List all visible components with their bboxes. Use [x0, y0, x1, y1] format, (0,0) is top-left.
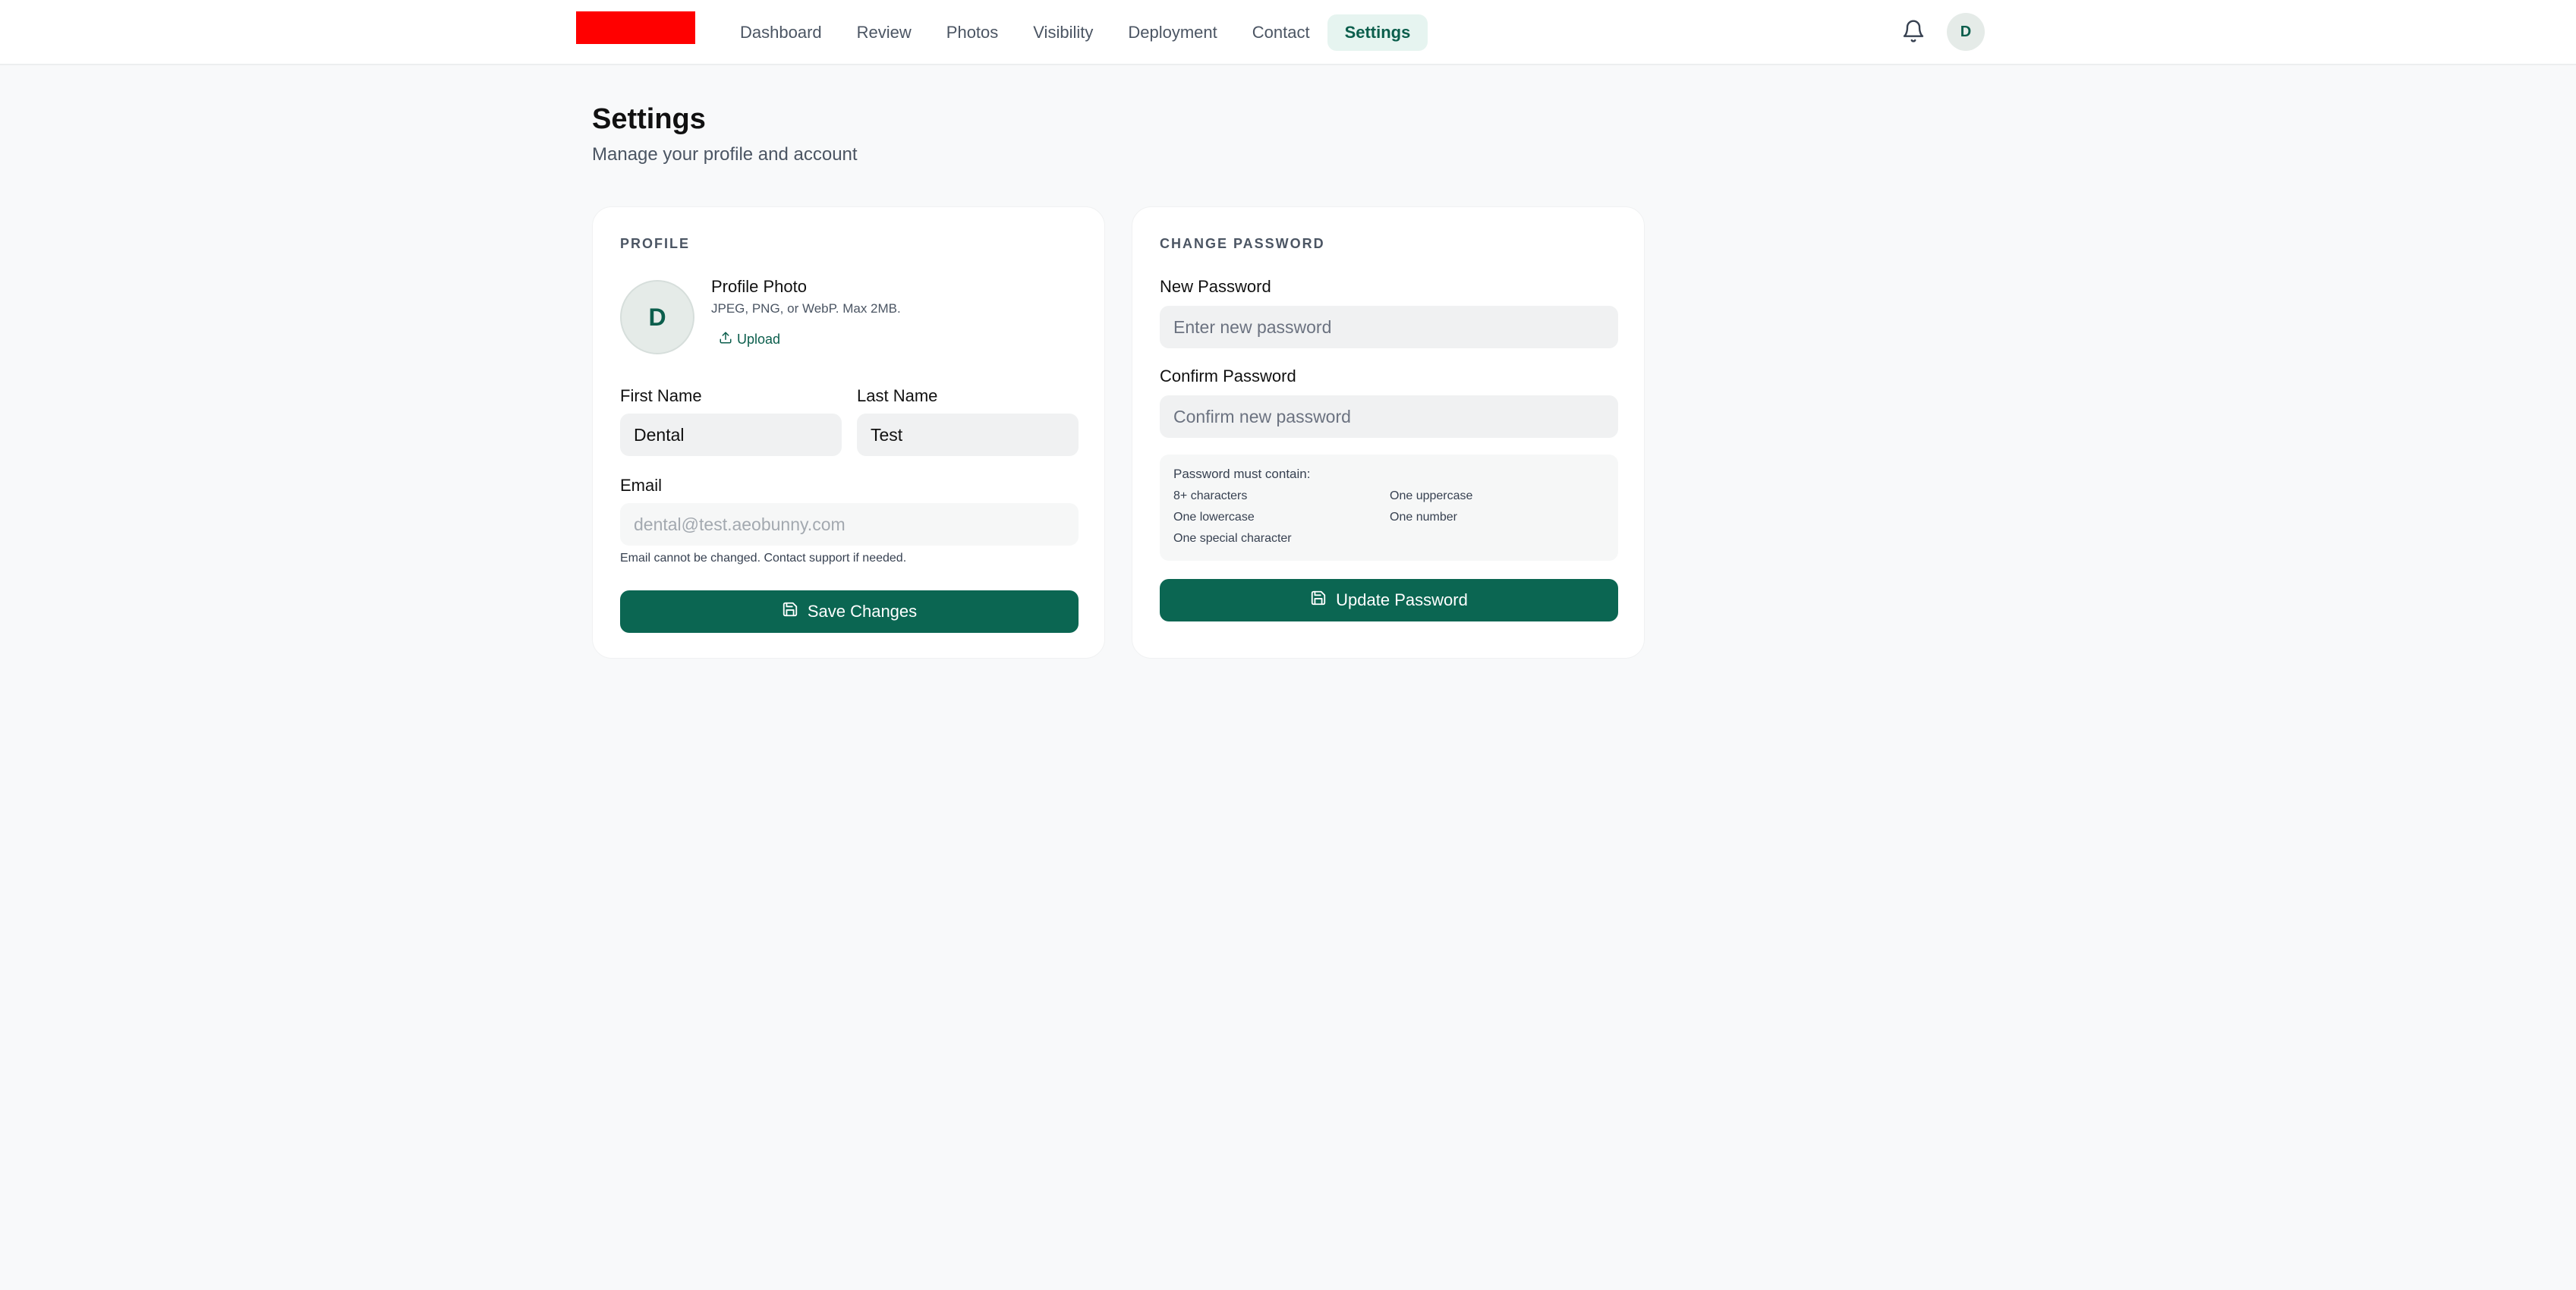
main-nav: Dashboard Review Photos Visibility Deplo…	[723, 14, 1428, 51]
nav-item-contact[interactable]: Contact	[1235, 14, 1327, 51]
save-icon	[782, 601, 798, 622]
update-password-label: Update Password	[1336, 590, 1468, 609]
page-subtitle: Manage your profile and account	[592, 144, 858, 165]
profile-photo-title: Profile Photo	[711, 277, 807, 296]
password-requirements: Password must contain: 8+ characters One…	[1160, 455, 1618, 561]
upload-label: Upload	[737, 331, 781, 347]
save-changes-button[interactable]: Save Changes	[620, 590, 1079, 633]
save-changes-label: Save Changes	[807, 602, 918, 621]
nav-item-dashboard[interactable]: Dashboard	[723, 14, 839, 51]
user-avatar[interactable]: D	[1947, 13, 1985, 51]
nav-item-photos[interactable]: Photos	[929, 14, 1016, 51]
top-navigation-bar: Dashboard Review Photos Visibility Deplo…	[0, 0, 2576, 65]
last-name-field[interactable]	[857, 414, 1079, 456]
profile-photo-hint: JPEG, PNG, or WebP. Max 2MB.	[711, 301, 901, 316]
save-icon	[1310, 590, 1327, 611]
requirement-item: One special character	[1173, 532, 1292, 545]
email-field	[620, 503, 1079, 546]
first-name-field[interactable]	[620, 414, 842, 456]
profile-section-title: PROFILE	[620, 236, 691, 251]
requirement-item: 8+ characters	[1173, 489, 1248, 502]
update-password-button[interactable]: Update Password	[1160, 579, 1618, 621]
requirement-item: One uppercase	[1390, 489, 1473, 502]
change-password-card: CHANGE PASSWORD New Password Confirm Pas…	[1132, 206, 1645, 659]
new-password-label: New Password	[1160, 277, 1271, 296]
nav-item-review[interactable]: Review	[839, 14, 929, 51]
logo[interactable]	[576, 11, 695, 44]
confirm-password-field[interactable]	[1160, 395, 1618, 438]
profile-card: PROFILE D Profile Photo JPEG, PNG, or We…	[592, 206, 1105, 659]
new-password-field[interactable]	[1160, 306, 1618, 348]
nav-item-settings[interactable]: Settings	[1327, 14, 1428, 51]
requirement-item: One lowercase	[1173, 511, 1255, 524]
requirements-title: Password must contain:	[1173, 467, 1311, 481]
email-label: Email	[620, 476, 663, 495]
bell-icon[interactable]	[1901, 18, 1926, 44]
requirement-item: One number	[1390, 511, 1457, 524]
first-name-label: First Name	[620, 386, 702, 405]
upload-icon	[719, 331, 732, 348]
nav-item-deployment[interactable]: Deployment	[1110, 14, 1234, 51]
upload-button[interactable]: Upload	[719, 329, 780, 350]
email-note: Email cannot be changed. Contact support…	[620, 552, 907, 565]
nav-item-visibility[interactable]: Visibility	[1016, 14, 1110, 51]
last-name-label: Last Name	[857, 386, 938, 405]
page-title: Settings	[592, 103, 706, 135]
profile-avatar: D	[620, 280, 694, 354]
confirm-password-label: Confirm Password	[1160, 367, 1296, 385]
password-section-title: CHANGE PASSWORD	[1160, 236, 1325, 251]
